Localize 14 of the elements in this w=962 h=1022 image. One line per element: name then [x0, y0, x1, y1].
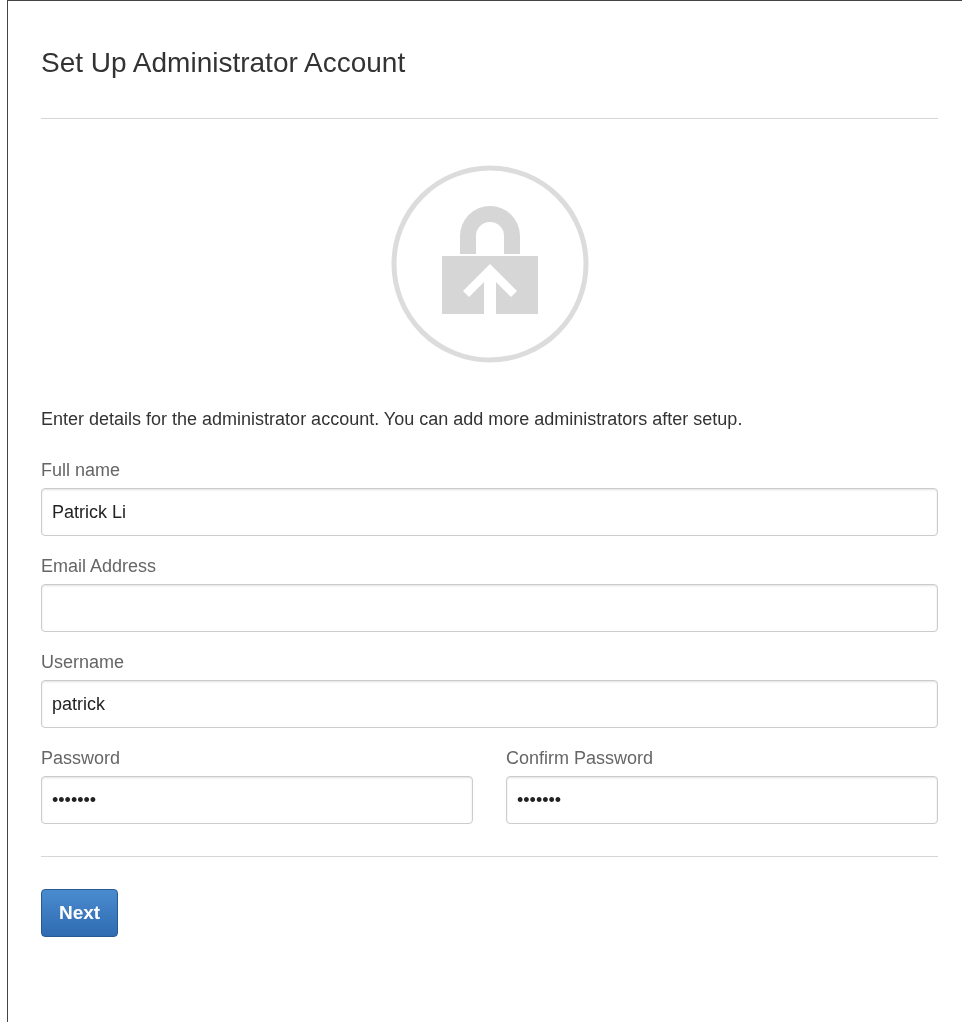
next-button[interactable]: Next	[41, 889, 119, 937]
input-field[interactable]: •••••••	[41, 776, 473, 824]
page-title: Set Up Administrator Account	[41, 46, 407, 80]
field-label: Confirm Password	[506, 747, 655, 770]
input-field[interactable]	[41, 584, 938, 632]
field-label: Password	[41, 747, 122, 770]
input-field[interactable]: patrick	[41, 680, 938, 728]
instruction-text: Enter details for the administrator account. You can add more administrators after setup.	[41, 408, 744, 431]
input-field[interactable]: •••••••	[506, 776, 938, 824]
padlock-icon	[389, 164, 590, 364]
field-label: Email Address	[41, 555, 158, 578]
field-label: Username	[41, 651, 126, 674]
field-label: Full name	[41, 459, 122, 482]
input-field[interactable]: Patrick Li	[41, 488, 938, 536]
